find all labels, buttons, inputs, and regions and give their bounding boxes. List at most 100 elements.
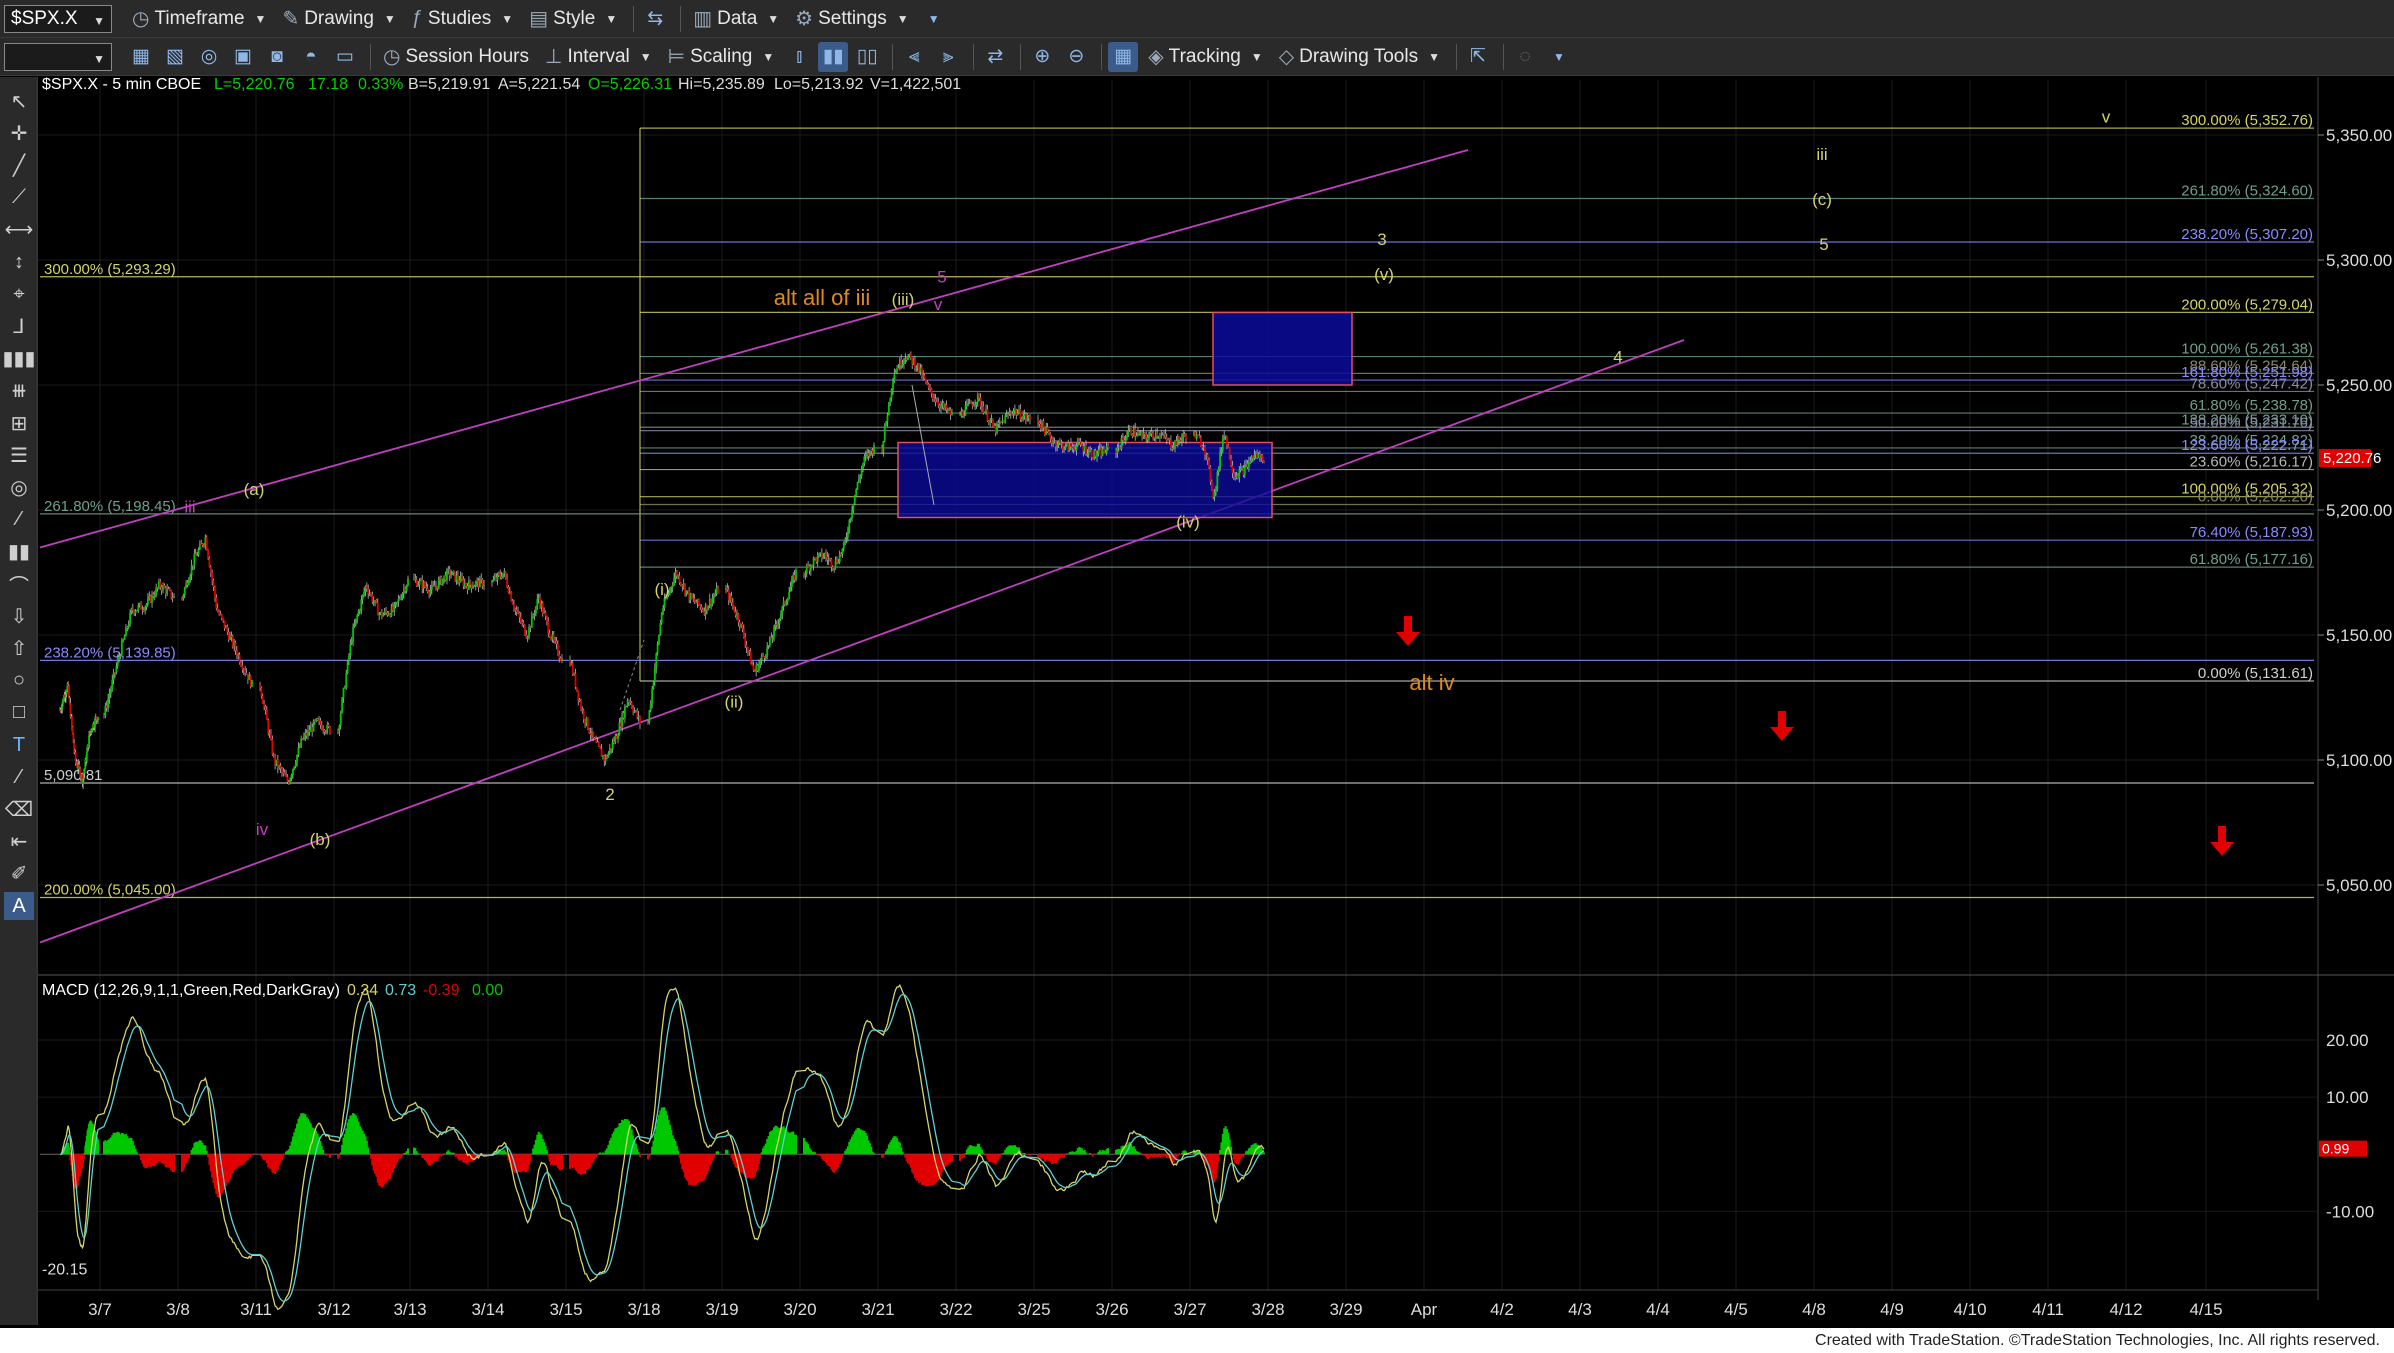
tracking-menu[interactable]: ◈ Tracking ▼ <box>1142 42 1268 72</box>
candle-body <box>536 599 539 607</box>
macd-histogram-bar <box>189 1154 192 1155</box>
channel-icon[interactable]: ▮▮ <box>4 538 34 566</box>
session-hours-button[interactable]: ◷ Session Hours <box>377 42 535 72</box>
more-options-icon[interactable]: ▼ <box>919 4 949 34</box>
pitchfork-icon[interactable]: ⅃ <box>4 312 34 340</box>
news-icon[interactable]: ▣ <box>228 42 258 72</box>
zoom-out-icon[interactable]: ⊖ <box>1061 42 1091 72</box>
candle-body <box>212 580 215 587</box>
candle-body <box>153 595 156 597</box>
chat-icon[interactable]: ◌ <box>1510 42 1540 72</box>
candle-body <box>841 548 844 555</box>
lines-icon[interactable]: ☰ <box>4 441 34 469</box>
candle-body <box>343 687 346 689</box>
candle-body <box>510 592 513 601</box>
candle-body <box>852 503 855 511</box>
candle-body <box>845 536 848 540</box>
export-icon[interactable]: ⇱ <box>1463 42 1493 72</box>
rectangle-icon[interactable]: □ <box>4 699 34 727</box>
candle-body <box>222 618 225 621</box>
fib-extension-icon[interactable]: ⧻ <box>4 377 34 405</box>
print-icon[interactable]: ▭ <box>330 42 360 72</box>
candle-body <box>1097 449 1100 455</box>
candle-body <box>320 725 323 730</box>
arrow-up-icon[interactable]: ⇧ <box>4 634 34 662</box>
bar-chart-icon[interactable]: ⫾ <box>784 42 814 72</box>
ray-icon[interactable]: ⟋ <box>4 184 34 212</box>
candle-body <box>261 696 264 704</box>
sync-icon[interactable]: ⇄ <box>980 42 1010 72</box>
candle-body <box>205 537 208 551</box>
chart-type-icon[interactable]: ▦ <box>126 42 156 72</box>
interval-icon: ⊥ <box>545 46 563 68</box>
arrow-down-icon[interactable]: ⇩ <box>4 602 34 630</box>
studies-menu[interactable]: ƒ Studies ▼ <box>406 4 519 34</box>
link-icon[interactable]: ⇆ <box>640 4 670 34</box>
user-icon[interactable]: ◓ <box>296 42 326 72</box>
bars-icon[interactable]: ▮▮▮ <box>2 345 35 373</box>
scaling-menu[interactable]: ⊨ Scaling ▼ <box>662 42 781 72</box>
speed-icon[interactable]: ⁄ <box>4 506 34 534</box>
eraser-icon[interactable]: ⌫ <box>4 795 34 823</box>
hatch-icon[interactable]: ▧ <box>160 42 190 72</box>
candle-body <box>1183 433 1186 436</box>
macd-histogram-bar <box>97 1139 99 1155</box>
toolbar-divider <box>892 43 894 70</box>
globe-icon[interactable]: ◎ <box>194 42 224 72</box>
candle-body <box>1078 440 1081 442</box>
hollow-candle-icon[interactable]: ▯▯ <box>852 42 882 72</box>
data-menu[interactable]: ▥ Data ▼ <box>687 4 785 34</box>
drawing-tools-menu[interactable]: ◇ Drawing Tools ▼ <box>1273 42 1446 72</box>
candle-body <box>889 398 892 403</box>
pointer-icon[interactable]: ↖ <box>4 87 34 115</box>
scroll-left-icon[interactable]: ⫷ <box>899 42 929 72</box>
timeframe-menu[interactable]: ◷ Timeframe ▼ <box>126 4 272 34</box>
more-options-icon[interactable]: ▼ <box>1544 42 1574 72</box>
time-tick-label: 3/11 <box>240 1300 272 1319</box>
candle-body <box>316 718 319 721</box>
candle-body <box>901 363 904 366</box>
paint-icon[interactable]: ✐ <box>4 860 34 888</box>
candle-body <box>1172 447 1175 449</box>
vertical-line-icon[interactable]: ↕ <box>4 248 34 276</box>
fib-time-icon[interactable]: ⊞ <box>4 409 34 437</box>
drawing-menu[interactable]: ✎ Drawing ▼ <box>276 4 401 34</box>
candle-body <box>860 468 863 477</box>
ellipse-icon[interactable]: ○ <box>4 667 34 695</box>
workspace-combo[interactable]: ▼ <box>4 42 112 71</box>
scroll-right-icon[interactable]: ⫸ <box>933 42 963 72</box>
time-tick-label: 3/28 <box>1251 1300 1284 1319</box>
wave-label: (iii) <box>892 290 915 309</box>
wave-label: alt all of iii <box>774 285 871 310</box>
macd-low-label: -20.15 <box>42 1261 87 1278</box>
chevron-down-icon: ▼ <box>501 11 514 26</box>
gann-icon[interactable]: ◎ <box>4 473 34 501</box>
style-menu[interactable]: ▤ Style ▼ <box>523 4 623 34</box>
interval-menu[interactable]: ⊥ Interval ▼ <box>539 42 658 72</box>
candle-body <box>339 712 342 726</box>
candle-body <box>745 644 748 648</box>
macd-histogram-bar <box>677 1150 680 1155</box>
trendline-icon[interactable]: ╱ <box>4 151 34 179</box>
arc-icon[interactable]: ⌒ <box>4 570 34 598</box>
magnet-icon[interactable]: ⇤ <box>4 828 34 856</box>
candle-body <box>1063 448 1065 451</box>
macd-histogram-bar <box>68 1152 71 1155</box>
symbol-combo[interactable]: $SPX.X ▼ <box>4 4 112 33</box>
text-color-icon[interactable]: A <box>4 892 34 920</box>
zoom-in-icon[interactable]: ⊕ <box>1027 42 1057 72</box>
grid-icon[interactable]: ▦ <box>1108 41 1139 72</box>
pen-icon[interactable]: ⁄ <box>4 763 34 791</box>
candlestick-icon[interactable]: ▮▮ <box>818 41 849 72</box>
camera-icon[interactable]: ◙ <box>262 42 292 72</box>
candle-body <box>137 605 140 610</box>
text-icon[interactable]: T <box>4 731 34 759</box>
settings-menu[interactable]: ⚙ Settings ▼ <box>789 4 914 34</box>
horizontal-line-icon[interactable]: ⟷ <box>4 216 34 244</box>
candle-body <box>575 686 578 691</box>
chart-area[interactable]: 300.00% (5,352.76) 261.80% (5,324.60) 238.… <box>38 77 2394 1328</box>
candle-body <box>1243 465 1246 476</box>
crosshair-icon[interactable]: ✛ <box>4 119 34 147</box>
fib-icon[interactable]: ⌖ <box>4 280 34 308</box>
fib-level-label: 200.00% (5,045.00) <box>44 882 176 899</box>
